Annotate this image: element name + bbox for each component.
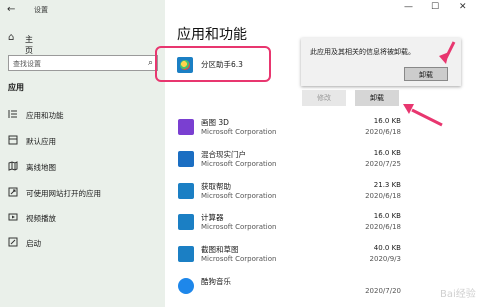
- annotation-arrows: [403, 41, 456, 127]
- watermark-logo: Bai经验: [440, 289, 476, 300]
